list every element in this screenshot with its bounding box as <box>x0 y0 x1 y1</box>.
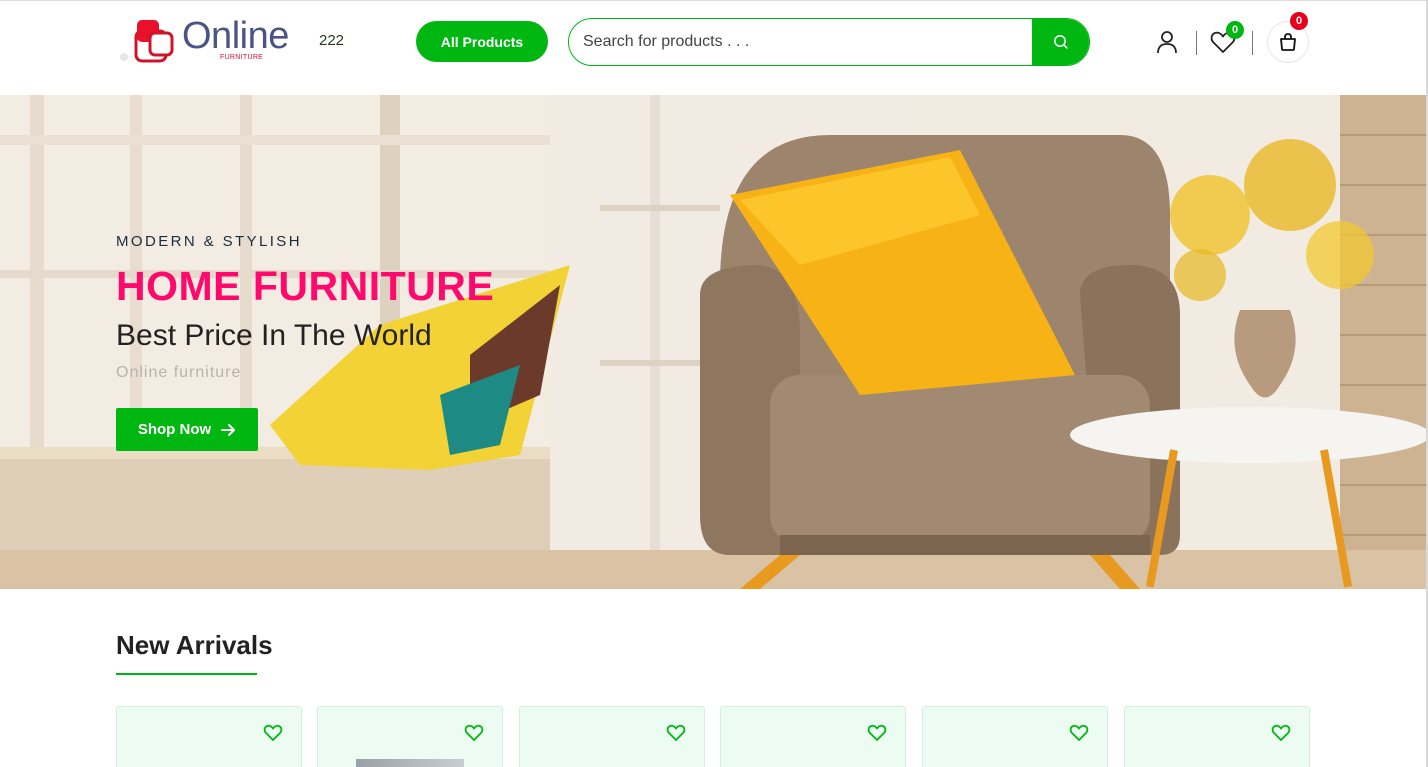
site-header: Online FURNITURE 222 All Products Search… <box>0 0 1426 95</box>
cart-count-badge: 0 <box>1290 12 1308 30</box>
all-products-button[interactable]: All Products <box>416 21 548 62</box>
shop-now-label: Shop Now <box>137 421 212 438</box>
page: Online FURNITURE 222 All Products Search… <box>0 0 1428 767</box>
heart-outline-icon[interactable] <box>1271 723 1291 743</box>
wishlist-count-badge: 0 <box>1226 21 1244 39</box>
heart-outline-icon[interactable] <box>666 723 686 743</box>
heading-underline <box>116 673 257 675</box>
shop-now-button[interactable]: Shop Now <box>116 408 258 451</box>
new-arrivals-grid <box>116 706 1310 767</box>
hero-banner: MODERN & STYLISH HOME FURNITURE Best Pri… <box>0 95 1426 589</box>
product-card[interactable] <box>720 706 906 767</box>
product-card[interactable] <box>519 706 705 767</box>
hero-subtitle: Best Price In The World <box>116 319 432 352</box>
arrow-right-icon <box>221 423 236 436</box>
search-button[interactable] <box>1032 19 1089 65</box>
header-count: 222 <box>319 32 345 49</box>
heart-outline-icon[interactable] <box>464 723 484 743</box>
search-bar <box>568 18 1090 66</box>
product-card[interactable] <box>1124 706 1310 767</box>
search-icon <box>1053 35 1068 49</box>
product-image[interactable] <box>356 759 464 767</box>
user-icon <box>1157 31 1177 54</box>
logo-subtext: FURNITURE <box>220 54 264 61</box>
hero-eyebrow: MODERN & STYLISH <box>116 233 302 250</box>
hero-title: HOME FURNITURE <box>116 263 495 309</box>
heart-outline-icon[interactable] <box>867 723 887 743</box>
heart-outline-icon[interactable] <box>263 723 283 743</box>
search-input[interactable] <box>569 19 1032 65</box>
account-button[interactable] <box>1153 28 1181 56</box>
product-card[interactable] <box>116 706 302 767</box>
site-logo[interactable]: Online FURNITURE <box>116 11 298 73</box>
logo-text: Online <box>182 15 289 57</box>
new-arrivals-heading: New Arrivals <box>116 630 273 660</box>
header-divider <box>1252 31 1253 55</box>
logo-mark-icon <box>120 20 174 63</box>
product-card[interactable] <box>317 706 503 767</box>
product-card[interactable] <box>922 706 1108 767</box>
shopping-bag-icon <box>1280 33 1296 51</box>
header-divider <box>1196 31 1197 55</box>
heart-outline-icon[interactable] <box>1069 723 1089 743</box>
hero-tagline: Online furniture <box>116 364 242 381</box>
